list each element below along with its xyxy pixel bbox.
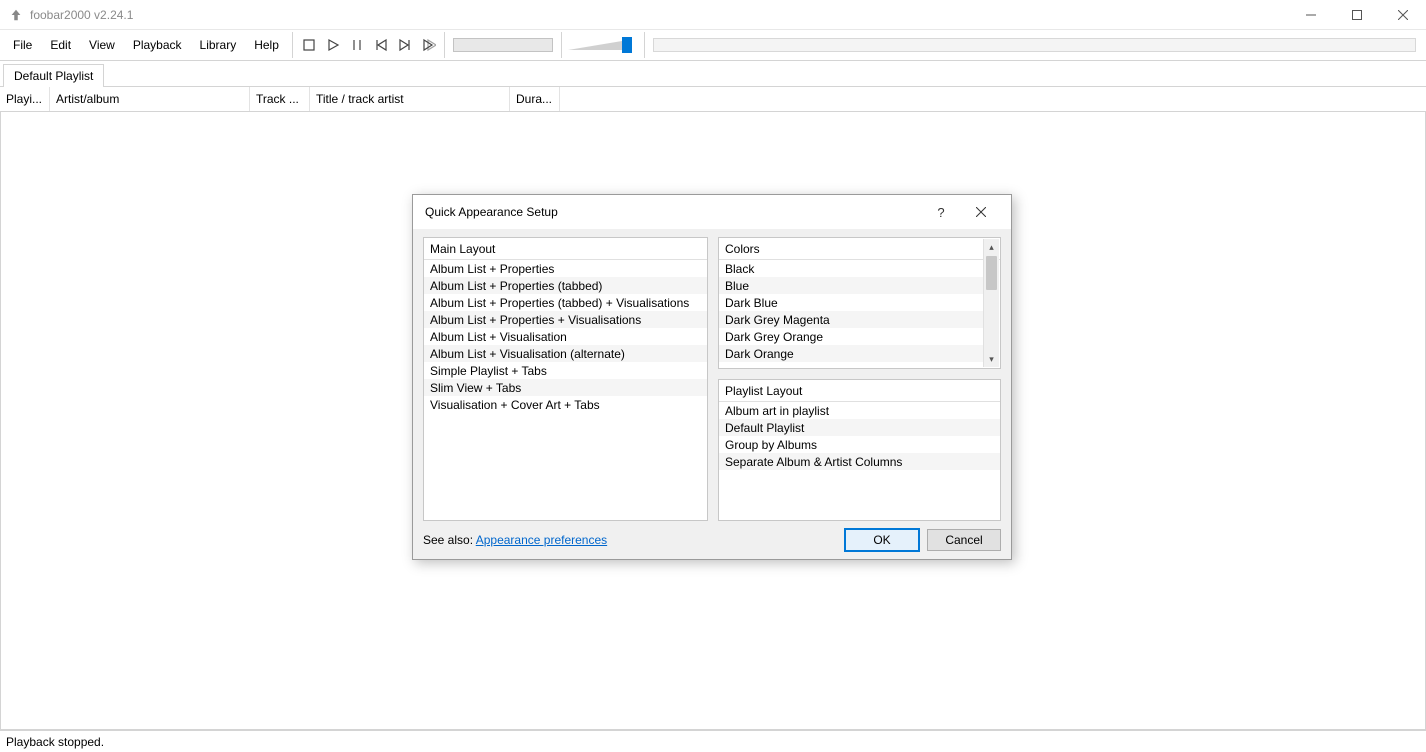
statusbar: Playback stopped. — [0, 730, 1426, 752]
list-item[interactable]: Visualisation + Cover Art + Tabs — [424, 396, 707, 413]
colors-list[interactable]: Black Blue Dark Blue Dark Grey Magenta D… — [719, 260, 1000, 368]
list-item[interactable]: Album art in playlist — [719, 402, 1000, 419]
dialog-titlebar: Quick Appearance Setup ? — [413, 195, 1011, 229]
playlist-columns: Playi... Artist/album Track ... Title / … — [0, 87, 1426, 112]
list-item[interactable]: Separate Album & Artist Columns — [719, 453, 1000, 470]
list-item[interactable]: Dark Orange — [719, 345, 984, 362]
titlebar: foobar2000 v2.24.1 — [0, 0, 1426, 30]
dialog-help-button[interactable]: ? — [921, 198, 961, 226]
list-item[interactable]: Slim View + Tabs — [424, 379, 707, 396]
seekbar-large[interactable] — [653, 38, 1416, 52]
play-icon[interactable] — [322, 34, 344, 56]
seekbar-small[interactable] — [453, 38, 553, 52]
toolbar-separator-4 — [644, 32, 645, 58]
see-also-text: See also: — [423, 533, 476, 547]
random-icon[interactable] — [418, 34, 440, 56]
menu-library[interactable]: Library — [191, 30, 246, 60]
main-layout-panel: Main Layout Album List + Properties Albu… — [423, 237, 708, 521]
scroll-down-icon[interactable]: ▾ — [984, 351, 999, 367]
pause-icon[interactable] — [346, 34, 368, 56]
colors-scrollbar[interactable]: ▴ ▾ — [983, 239, 999, 367]
menu-edit[interactable]: Edit — [41, 30, 80, 60]
menu-view[interactable]: View — [80, 30, 124, 60]
colors-panel: Colors Black Blue Dark Blue Dark Grey Ma… — [718, 237, 1001, 369]
playlist-tabstrip: Default Playlist — [0, 61, 1426, 87]
col-artist-album[interactable]: Artist/album — [50, 87, 250, 111]
appearance-dialog: Quick Appearance Setup ? Main Layout Alb… — [412, 194, 1012, 560]
window-controls — [1288, 0, 1426, 30]
volume-track-icon — [568, 40, 628, 50]
playlist-layout-panel: Playlist Layout Album art in playlist De… — [718, 379, 1001, 521]
menu-file[interactable]: File — [4, 30, 41, 60]
list-item[interactable]: Simple Playlist + Tabs — [424, 362, 707, 379]
list-item[interactable]: Dark Grey Orange — [719, 328, 984, 345]
stop-icon[interactable] — [298, 34, 320, 56]
col-title[interactable]: Title / track artist — [310, 87, 510, 111]
playback-toolbar — [297, 30, 440, 60]
scroll-up-icon[interactable]: ▴ — [984, 239, 999, 255]
next-icon[interactable] — [394, 34, 416, 56]
col-track[interactable]: Track ... — [250, 87, 310, 111]
col-playing[interactable]: Playi... — [0, 87, 50, 111]
colors-header: Colors — [719, 238, 1000, 260]
list-item[interactable]: Album List + Visualisation (alternate) — [424, 345, 707, 362]
list-item[interactable]: Blue — [719, 277, 984, 294]
list-item[interactable]: Album List + Visualisation — [424, 328, 707, 345]
dialog-title: Quick Appearance Setup — [425, 205, 558, 219]
dialog-right-column: Colors Black Blue Dark Blue Dark Grey Ma… — [718, 237, 1001, 521]
list-item[interactable]: Dark Blue — [719, 294, 984, 311]
status-text: Playback stopped. — [6, 735, 104, 749]
maximize-button[interactable] — [1334, 0, 1380, 30]
app-icon — [8, 7, 24, 23]
see-also-label: See also: Appearance preferences — [423, 533, 607, 547]
list-item[interactable]: Black — [719, 260, 984, 277]
list-item[interactable]: Album List + Properties (tabbed) — [424, 277, 707, 294]
list-item[interactable]: Default Playlist — [719, 419, 1000, 436]
main-layout-list[interactable]: Album List + Properties Album List + Pro… — [424, 260, 707, 520]
volume-thumb[interactable] — [622, 37, 632, 53]
playlist-layout-list[interactable]: Album art in playlist Default Playlist G… — [719, 402, 1000, 520]
list-item[interactable]: Album List + Properties + Visualisations — [424, 311, 707, 328]
volume-slider[interactable] — [568, 37, 638, 53]
previous-icon[interactable] — [370, 34, 392, 56]
minimize-button[interactable] — [1288, 0, 1334, 30]
menu-playback[interactable]: Playback — [124, 30, 191, 60]
list-item[interactable]: Album List + Properties (tabbed) + Visua… — [424, 294, 707, 311]
dialog-body: Main Layout Album List + Properties Albu… — [413, 229, 1011, 521]
menu-help[interactable]: Help — [245, 30, 288, 60]
list-item[interactable]: Group by Albums — [719, 436, 1000, 453]
scroll-thumb[interactable] — [986, 256, 997, 290]
close-button[interactable] — [1380, 0, 1426, 30]
col-duration[interactable]: Dura... — [510, 87, 560, 111]
toolbar-separator — [292, 32, 293, 58]
window-title: foobar2000 v2.24.1 — [30, 8, 1288, 22]
toolbar-separator-2 — [444, 32, 445, 58]
list-item[interactable]: Dark Grey Magenta — [719, 311, 984, 328]
toolbar-separator-3 — [561, 32, 562, 58]
ok-button[interactable]: OK — [845, 529, 919, 551]
appearance-prefs-link[interactable]: Appearance preferences — [476, 533, 607, 547]
menubar-toolbar-row: File Edit View Playback Library Help — [0, 30, 1426, 61]
cancel-button[interactable]: Cancel — [927, 529, 1001, 551]
playlist-layout-header: Playlist Layout — [719, 380, 1000, 402]
list-item[interactable]: Album List + Properties — [424, 260, 707, 277]
main-layout-header: Main Layout — [424, 238, 707, 260]
dialog-footer: See also: Appearance preferences OK Canc… — [413, 521, 1011, 559]
menubar: File Edit View Playback Library Help — [0, 30, 288, 60]
playlist-tab-default[interactable]: Default Playlist — [3, 64, 104, 87]
dialog-close-button[interactable] — [961, 198, 1001, 226]
